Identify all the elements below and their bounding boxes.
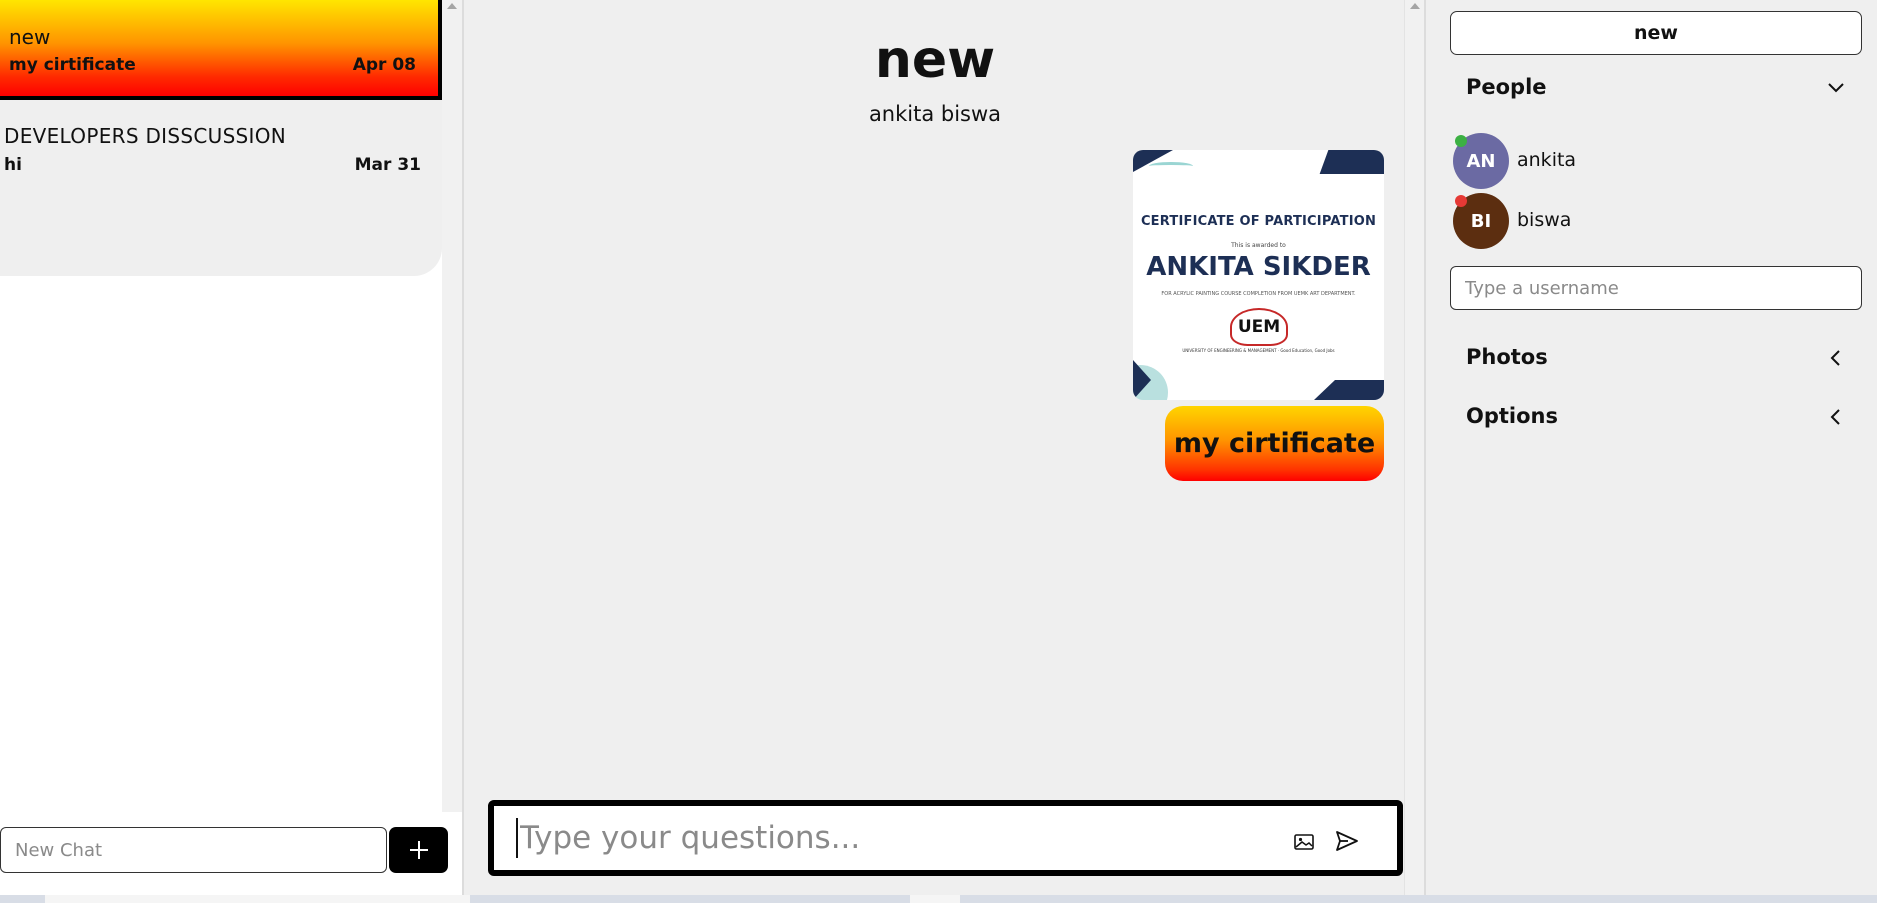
message-bubble: my cirtificate: [1165, 406, 1384, 481]
certificate-footer: UNIVERSITY OF ENGINEERING & MANAGEMENT ·…: [1182, 348, 1335, 353]
conversation-members: ankita biswa: [868, 102, 1002, 126]
offline-status-dot: [1455, 195, 1467, 207]
chat-sidebar: new my cirtificate Apr 08 DEVELOPERS DIS…: [0, 0, 462, 903]
chat-list: new my cirtificate Apr 08 DEVELOPERS DIS…: [0, 0, 442, 276]
username-input[interactable]: [1450, 266, 1862, 310]
plus-icon: [409, 841, 428, 859]
certificate-heading: CERTIFICATE OF PARTICIPATION: [1140, 214, 1377, 229]
certificate-image-message[interactable]: CERTIFICATE OF PARTICIPATION This is awa…: [1133, 150, 1384, 400]
send-icon[interactable]: [1334, 828, 1360, 854]
scroll-up-arrow-icon[interactable]: [1410, 3, 1420, 9]
chat-title: new: [9, 25, 51, 49]
conversation-scrollbar[interactable]: [1404, 0, 1424, 895]
chat-item-new[interactable]: new my cirtificate Apr 08: [0, 0, 442, 100]
certificate-seal: UEM: [1230, 308, 1288, 346]
chat-name-button[interactable]: new: [1450, 11, 1862, 55]
chevron-left-icon[interactable]: [1826, 348, 1846, 368]
chat-item-developers-disscussion[interactable]: DEVELOPERS DISSCUSSION hi Mar 31: [0, 118, 442, 188]
sidebar-scrollbar[interactable]: [442, 0, 462, 812]
scroll-up-arrow-icon[interactable]: [447, 3, 457, 9]
image-upload-icon[interactable]: [1293, 832, 1315, 852]
horizontal-scrollbar[interactable]: [0, 895, 1877, 903]
chat-date: Mar 31: [354, 155, 421, 175]
chat-date: Apr 08: [352, 55, 416, 75]
chevron-left-icon[interactable]: [1826, 407, 1846, 427]
question-input[interactable]: [516, 818, 1236, 858]
photos-label: Photos: [1466, 345, 1548, 369]
scrollbar-thumb[interactable]: [45, 895, 470, 903]
person-name: biswa: [1517, 209, 1572, 231]
person-name: ankita: [1517, 149, 1577, 171]
add-chat-button[interactable]: [389, 827, 448, 873]
conversation-title: new: [874, 30, 996, 90]
options-section-toggle[interactable]: Options: [1466, 401, 1846, 433]
details-panel: new People AN ankita BI biswa Photos Opt…: [1424, 0, 1877, 903]
new-chat-input[interactable]: [0, 827, 387, 873]
certificate-decoration: [1149, 162, 1193, 170]
photos-section-toggle[interactable]: Photos: [1466, 342, 1846, 374]
certificate-decoration: [1314, 380, 1384, 400]
certificate-description: FOR ACRYLIC PAINTING COURSE COMPLETION F…: [1161, 291, 1356, 297]
online-status-dot: [1455, 135, 1467, 147]
certificate-awarded-line: This is awarded to: [1231, 242, 1286, 249]
chevron-down-icon[interactable]: [1826, 78, 1846, 98]
scrollbar-thumb[interactable]: [910, 895, 960, 903]
options-label: Options: [1466, 404, 1558, 428]
certificate-name: ANKITA SIKDER: [1146, 252, 1371, 282]
certificate-decoration: [1319, 150, 1384, 174]
person-item-ankita[interactable]: AN ankita: [1453, 133, 1753, 189]
conversation-panel: new ankita biswa CERTIFICATE OF PARTICIP…: [462, 0, 1424, 903]
people-section-toggle[interactable]: People: [1466, 72, 1846, 104]
message-composer: [488, 800, 1403, 876]
chat-last-message: hi: [4, 155, 22, 175]
chat-last-message: my cirtificate: [9, 55, 136, 75]
people-label: People: [1466, 75, 1547, 99]
person-item-biswa[interactable]: BI biswa: [1453, 193, 1753, 249]
chat-title: DEVELOPERS DISSCUSSION: [4, 124, 287, 148]
seal-text: UEM: [1237, 317, 1281, 337]
